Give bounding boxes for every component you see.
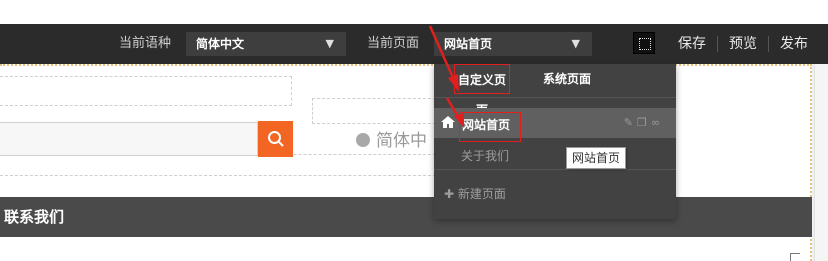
language-select-value: 简体中文 bbox=[196, 37, 245, 51]
annotation-arrow-icon bbox=[428, 25, 459, 92]
dashed-region bbox=[0, 154, 436, 176]
link-icon[interactable]: ∞ bbox=[651, 116, 664, 129]
new-page-button[interactable]: ✚ 新建页面 bbox=[444, 186, 506, 202]
dashed-region bbox=[312, 98, 436, 124]
preview-button[interactable]: 预览 bbox=[729, 36, 757, 52]
scrollbar[interactable] bbox=[814, 64, 828, 261]
new-page-label: 新建页面 bbox=[457, 187, 506, 201]
search-icon bbox=[267, 131, 284, 147]
chevron-down-icon: ▼ bbox=[571, 37, 580, 50]
copy-icon[interactable]: ❐ bbox=[637, 116, 651, 129]
publish-button[interactable]: 发布 bbox=[780, 36, 808, 52]
language-indicator-text: 简体中 bbox=[376, 131, 427, 151]
save-button[interactable]: 保存 bbox=[678, 36, 706, 52]
page-canvas: 简体中 联系我们 bbox=[0, 64, 812, 261]
tab-custom-pages[interactable]: 自定义页面 bbox=[454, 64, 510, 117]
nav-bar: 联系我们 bbox=[0, 197, 812, 237]
toolbar-divider bbox=[717, 36, 718, 52]
page-label: 当前页面 bbox=[367, 36, 420, 51]
page-list-item-about[interactable]: 关于我们 bbox=[461, 148, 509, 164]
plus-icon: ✚ bbox=[444, 187, 455, 201]
editor-toolbar: 当前语种 简体中文 ▼ 当前页面 网站首页 ▼ 保存 预览 发布 bbox=[0, 24, 828, 64]
language-label: 当前语种 bbox=[119, 36, 172, 51]
fullscreen-icon[interactable] bbox=[633, 32, 655, 54]
language-indicator[interactable]: 简体中 bbox=[356, 130, 427, 152]
page-menu-dropdown: 自定义页面 系统页面 网站首页 ✎❐∞ 关于我们 ✚ 新建页面 bbox=[434, 64, 676, 219]
search-button[interactable] bbox=[258, 121, 293, 157]
page-tools: ✎❐∞ bbox=[624, 116, 664, 129]
chevron-down-icon: ▼ bbox=[325, 37, 334, 50]
nav-item-contact[interactable]: 联系我们 bbox=[4, 207, 64, 227]
wrench-icon[interactable]: ✎ bbox=[624, 116, 637, 129]
resize-corner-icon bbox=[790, 253, 800, 261]
annotation-arrow-icon bbox=[445, 97, 464, 128]
divider bbox=[434, 97, 676, 98]
tab-system-pages[interactable]: 系统页面 bbox=[543, 64, 591, 94]
window-top-strip bbox=[0, 0, 828, 24]
globe-icon bbox=[356, 133, 370, 147]
language-select[interactable]: 简体中文 ▼ bbox=[186, 32, 346, 56]
tooltip: 网站首页 bbox=[566, 147, 627, 169]
page-list-item-home[interactable]: 网站首页 ✎❐∞ bbox=[434, 108, 676, 142]
toolbar-divider bbox=[768, 36, 769, 52]
dashed-region bbox=[0, 76, 292, 106]
search-input[interactable] bbox=[0, 122, 258, 156]
divider bbox=[434, 169, 676, 170]
